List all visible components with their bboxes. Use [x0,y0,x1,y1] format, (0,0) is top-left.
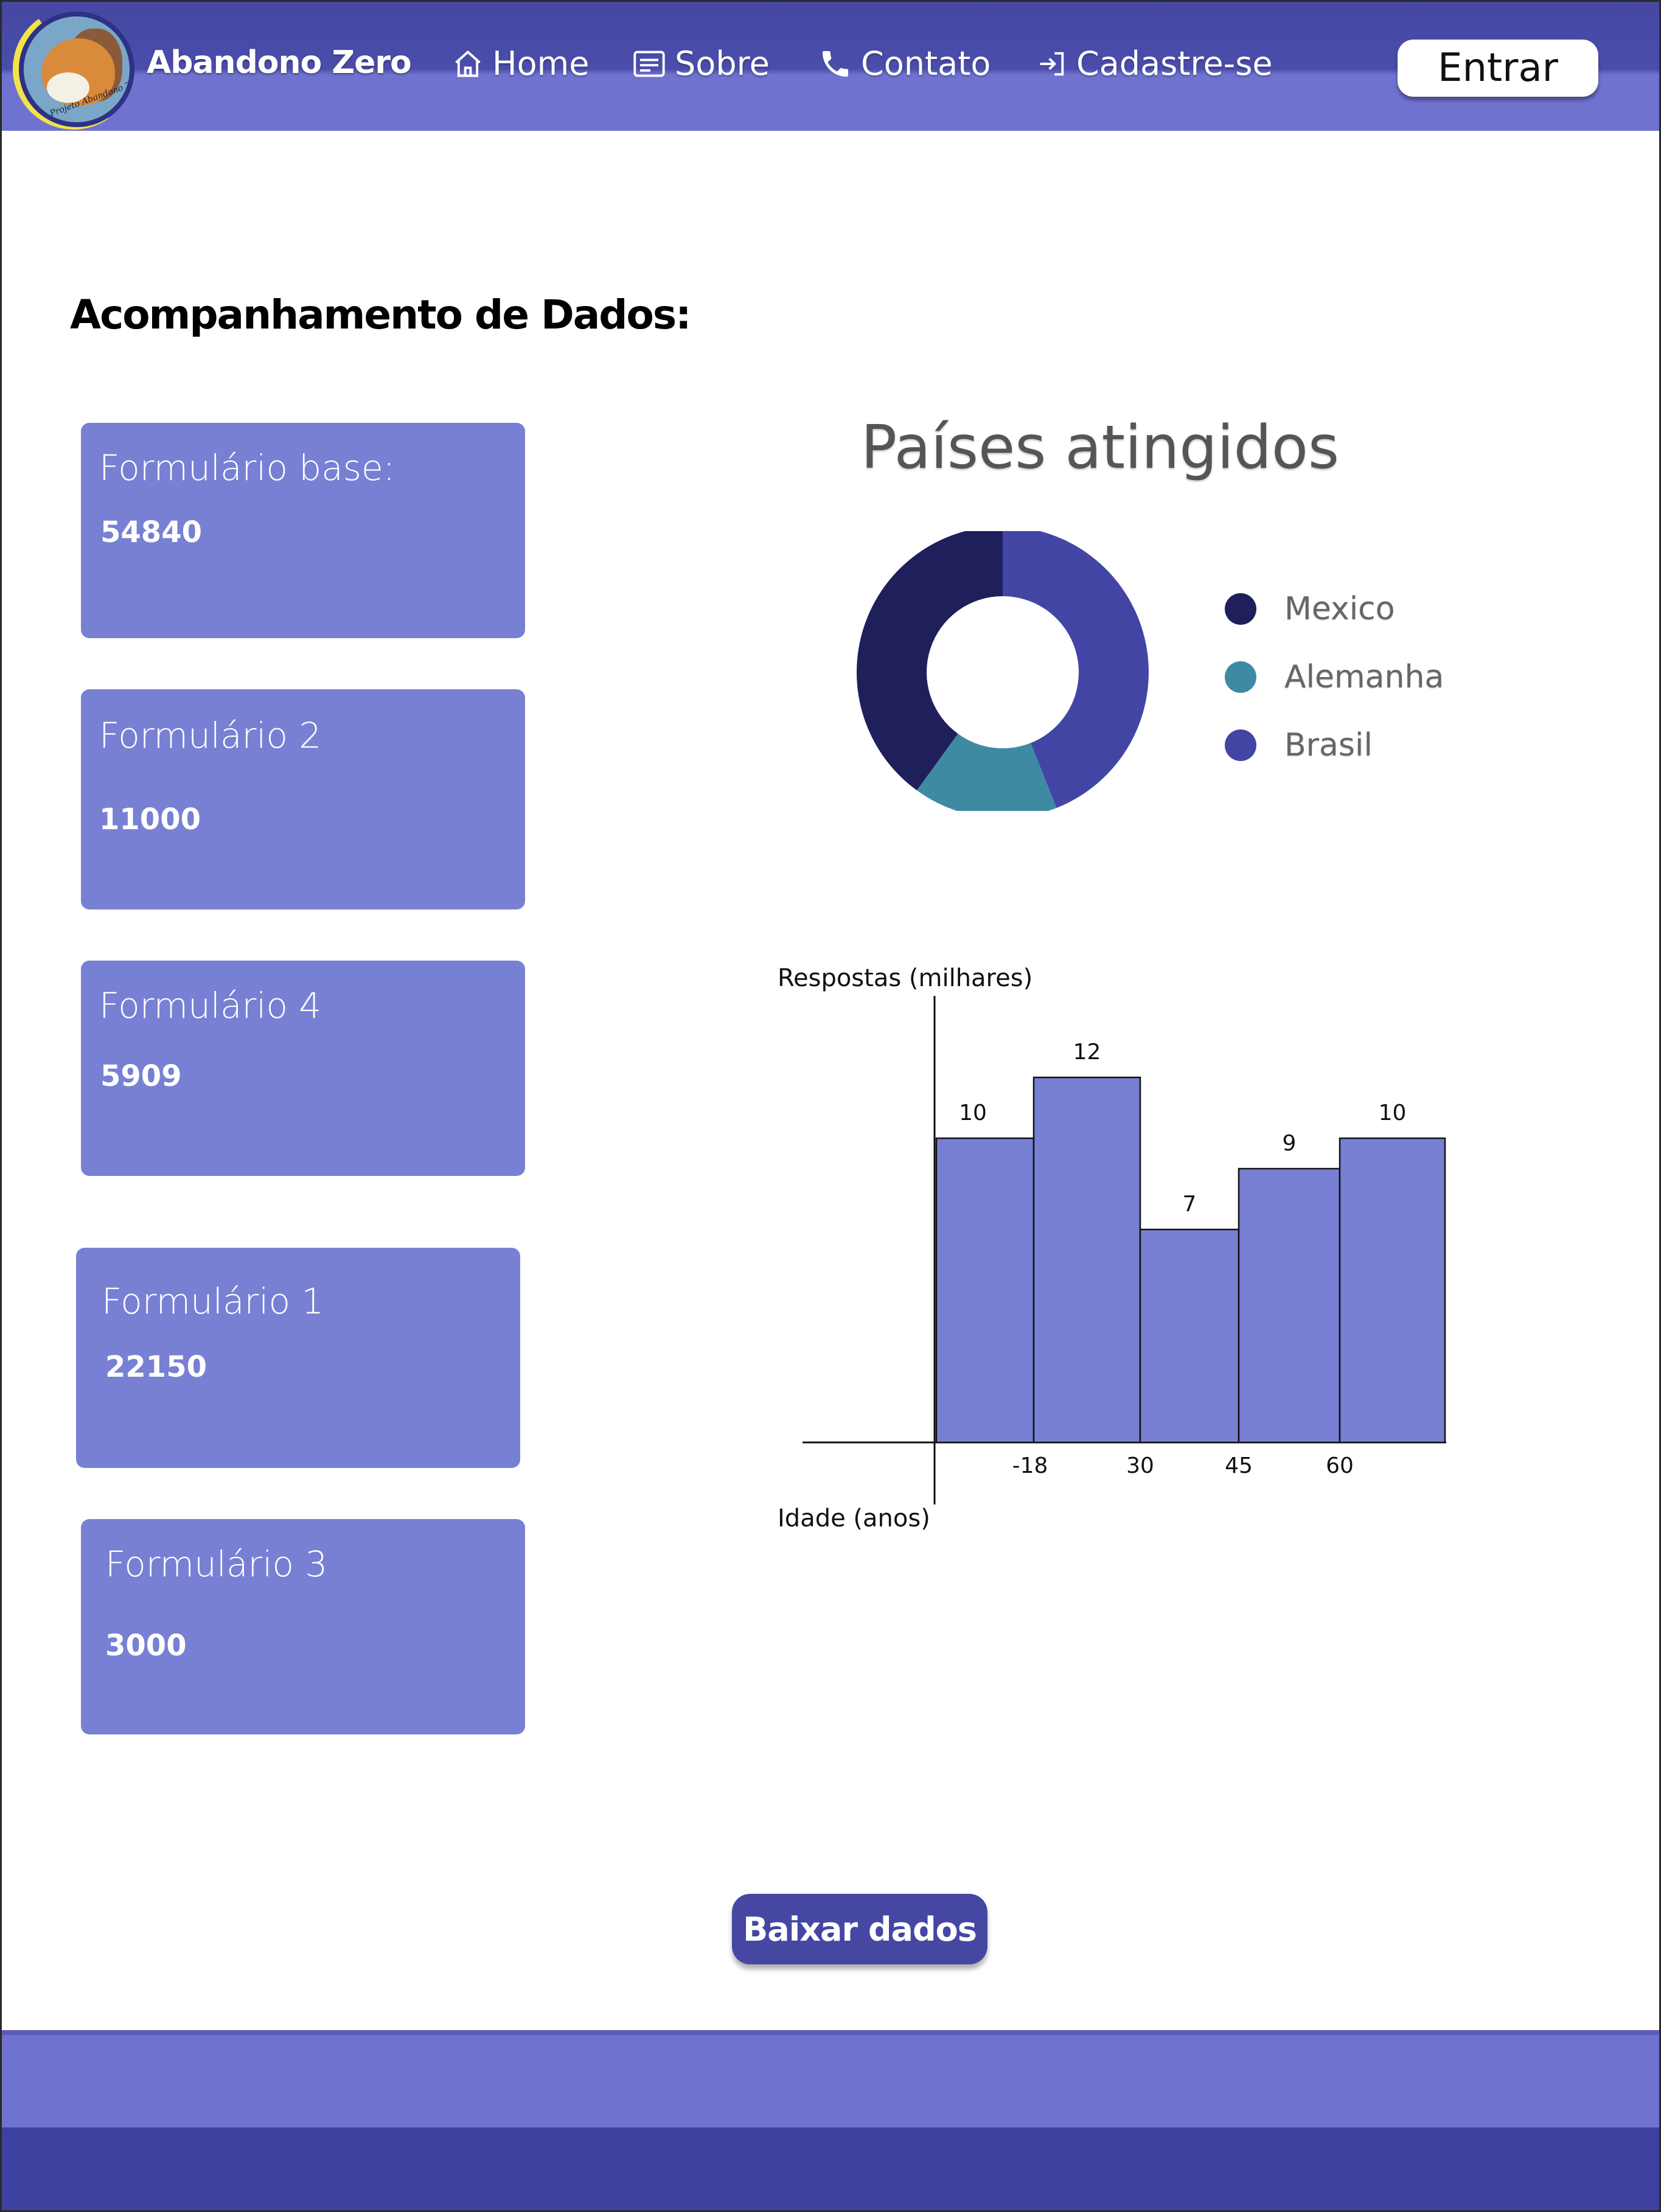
stat-card[interactable]: Formulário base: 54840 [81,423,525,638]
logo-icon[interactable]: Projeto Abandono Zero [19,12,134,127]
stat-card-value: 22150 [105,1350,207,1384]
nav-cadastre-label: Cadastre-se [1076,44,1273,83]
stat-card[interactable]: Formulário 4 5909 [81,961,525,1176]
x-tick-label: 60 [1326,1453,1354,1478]
nav-home-label: Home [492,44,590,83]
stat-card-label: Formulário 3 [105,1543,328,1585]
donut-chart [857,531,1149,811]
legend-swatch [1225,593,1256,625]
legend-label: Mexico [1284,591,1395,627]
brand-name[interactable]: Abandono Zero [147,44,412,81]
login-icon [1040,52,1064,75]
stat-card-value: 5909 [100,1059,182,1093]
bar-chart-plot: 10 12 7 9 10 -18 30 45 60 [803,996,1446,1504]
stat-card-label: Formulário 2 [99,715,322,756]
bar-data-label: 10 [1379,1101,1407,1125]
bar-data-label: 10 [959,1101,987,1125]
stat-card-value: 54840 [100,515,202,549]
stat-card[interactable]: Formulário 3 3000 [81,1519,525,1734]
top-navbar: Projeto Abandono Zero Abandono Zero Home… [2,2,1659,139]
stat-card[interactable]: Formulário 2 11000 [81,689,525,909]
legend-swatch [1225,661,1256,693]
donut-chart-title: Países atingidos [861,413,1340,482]
histogram-bar [935,1137,1035,1444]
footer-bottom-band [2,2127,1659,2210]
nav-sobre-link[interactable]: Sobre [632,44,770,83]
stat-card-label: Formulário 1 [102,1281,324,1322]
legend-swatch [1225,729,1256,761]
legend-item: Brasil [1225,727,1373,763]
page-title: Acompanhamento de Dados: [70,291,692,338]
legend-label: Brasil [1284,727,1373,763]
bar-chart: Respostas (milhares) Idade (anos) 10 12 7 9… [775,951,1474,1547]
x-tick-label: 45 [1225,1453,1253,1478]
login-button[interactable]: Entrar [1398,40,1598,97]
stat-card-value: 3000 [105,1629,187,1663]
bar-data-label: 7 [1183,1192,1197,1217]
stat-card-label: Formulário base: [99,447,395,489]
phone-icon [823,50,848,77]
histogram-bar [1032,1076,1141,1444]
bar-data-label: 12 [1073,1040,1101,1065]
download-data-button[interactable]: Baixar dados [732,1894,987,1964]
nav-contato-link[interactable]: Contato [818,44,991,83]
document-icon [633,50,665,77]
page-frame: Projeto Abandono Zero Abandono Zero Home… [0,0,1661,2212]
nav-sobre-label: Sobre [675,44,770,83]
legend-item: Mexico [1225,591,1395,627]
histogram-bar [1339,1137,1446,1444]
home-icon [455,50,481,77]
legend-label: Alemanha [1284,659,1444,695]
histogram-bar [1139,1228,1240,1444]
nav-cadastre-link[interactable]: Cadastre-se [1036,44,1273,83]
stat-card[interactable]: Formulário 1 22150 [76,1248,520,1468]
x-tick-label: 30 [1126,1453,1154,1478]
histogram-bar [1238,1167,1341,1444]
stat-card-label: Formulário 4 [99,985,322,1026]
stat-card-value: 11000 [99,802,201,836]
nav-contato-label: Contato [861,44,991,83]
bar-data-label: 9 [1283,1131,1297,1156]
nav-home-link[interactable]: Home [452,44,589,83]
x-tick-label: -18 [1012,1453,1048,1478]
footer-band [2,2030,1659,2127]
legend-item: Alemanha [1225,659,1444,695]
